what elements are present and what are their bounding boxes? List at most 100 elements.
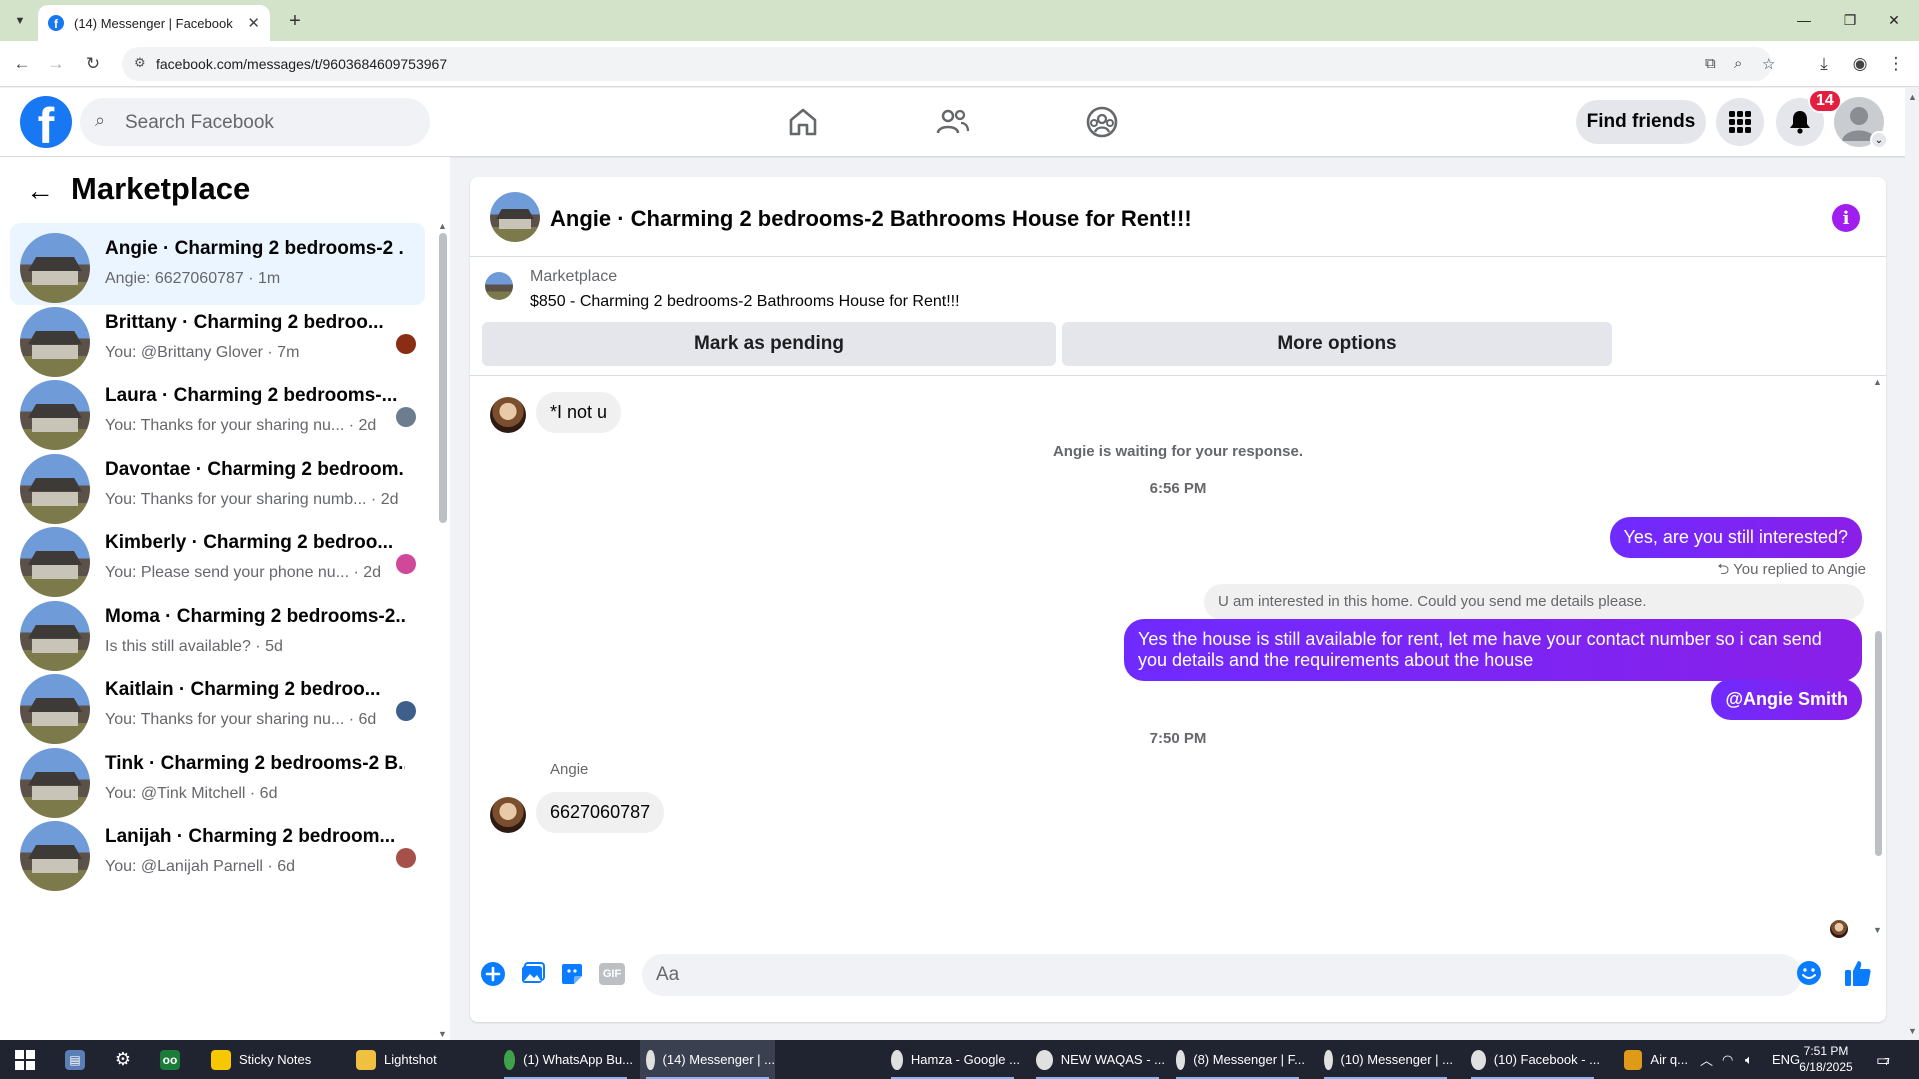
chat-list: Angie · Charming 2 bedrooms-2 ... Angie: … — [0, 221, 436, 1041]
browser-tab-messenger[interactable]: f (14) Messenger | Facebook ✕ — [38, 5, 270, 41]
clock[interactable]: 7:51 PM 6/18/2025 — [1786, 1043, 1866, 1075]
add-plus-icon[interactable] — [478, 959, 508, 989]
chat-name: Tink · Charming 2 bedrooms-2 B... — [105, 752, 405, 774]
emoji-icon[interactable] — [1795, 959, 1825, 989]
incoming-message[interactable]: 6627060787 — [536, 792, 665, 833]
chat-item[interactable]: Davontae · Charming 2 bedroom... You: Tha… — [10, 444, 425, 526]
scroll-up-icon[interactable]: ▲ — [1908, 92, 1917, 102]
chat-item[interactable]: Tink · Charming 2 bedrooms-2 B... You: @T… — [10, 738, 425, 820]
taskbar-app-item[interactable]: Sticky Notes — [205, 1040, 335, 1079]
info-icon[interactable]: i — [1832, 204, 1860, 232]
taskbar-app-item[interactable]: (14) Messenger | ... — [640, 1040, 775, 1079]
scroll-down-icon[interactable]: ▼ — [438, 1029, 447, 1039]
home-icon[interactable] — [783, 102, 823, 142]
outgoing-message[interactable]: Yes, are you still interested? — [1609, 517, 1862, 558]
taskbar-app-label: Sticky Notes — [239, 1052, 312, 1067]
taskbar-app-item[interactable]: (10) Facebook - ... — [1465, 1040, 1600, 1079]
file-explorer-icon[interactable]: ▤ — [60, 1040, 90, 1079]
thumbs-up-icon[interactable] — [1842, 957, 1876, 991]
settings-gear-icon[interactable]: ⚙ — [108, 1040, 138, 1079]
gif-icon[interactable]: GIF — [597, 959, 627, 989]
sticker-icon[interactable] — [557, 959, 587, 989]
chat-item[interactable]: Moma · Charming 2 bedrooms-2... Is this s… — [10, 591, 425, 673]
site-settings-icon[interactable]: ⚙ — [134, 55, 146, 71]
conversation-title[interactable]: Angie · Charming 2 bedrooms-2 Bathrooms … — [550, 206, 1192, 232]
taskbar-app-item[interactable]: NEW WAQAS - ... — [1030, 1040, 1165, 1079]
angie-avatar[interactable] — [490, 797, 526, 833]
facebook-logo[interactable]: f — [20, 96, 72, 148]
chat-item[interactable]: Lanijah · Charming 2 bedroom... You: @Lan… — [10, 811, 425, 893]
chat-item[interactable]: Laura · Charming 2 bedrooms-... You: Than… — [10, 370, 425, 452]
mark-as-pending-button[interactable]: Mark as pending — [482, 322, 1056, 366]
taskbar-app-item[interactable]: (8) Messenger | F... — [1170, 1040, 1305, 1079]
sender-name: Angie — [550, 761, 589, 778]
taskbar-app-icon — [504, 1049, 516, 1070]
chat-name: Lanijah · Charming 2 bedroom... — [105, 826, 396, 847]
downloads-icon[interactable]: ⤓ — [1812, 52, 1836, 76]
tab-close-icon[interactable]: ✕ — [247, 14, 260, 32]
profile-icon[interactable]: ◉ — [1848, 52, 1872, 76]
find-friends-button[interactable]: Find friends — [1576, 100, 1706, 144]
bookmark-star-icon[interactable]: ☆ — [1762, 55, 1775, 73]
scroll-down-icon[interactable]: ▼ — [1908, 1026, 1917, 1036]
app-oo-icon[interactable]: oo — [155, 1040, 185, 1079]
menu-grid-icon — [1729, 111, 1751, 133]
chat-thumbnail — [20, 233, 90, 303]
angie-avatar[interactable] — [490, 397, 526, 433]
page-scrollbar[interactable]: ▲ ▼ — [1905, 88, 1919, 1040]
restore-button[interactable]: ❐ — [1836, 8, 1864, 32]
chat-item[interactable]: Angie · Charming 2 bedrooms-2 ... Angie: … — [10, 223, 425, 305]
taskbar-app-item[interactable]: Air q... — [1618, 1040, 1688, 1079]
back-button[interactable]: ← — [10, 52, 34, 76]
scrollbar-thumb[interactable] — [439, 233, 447, 523]
chat-item[interactable]: Brittany · Charming 2 bedroo... You: @Bri… — [10, 297, 425, 379]
back-arrow-icon[interactable]: ← — [26, 175, 54, 207]
minimize-button[interactable]: — — [1790, 8, 1818, 32]
chat-item[interactable]: Kaitlain · Charming 2 bedroo... You: Than… — [10, 664, 425, 746]
outgoing-message[interactable]: Yes the house is still available for ren… — [1124, 619, 1862, 681]
close-window-button[interactable]: ✕ — [1880, 8, 1908, 32]
scrollbar-thumb[interactable] — [1875, 631, 1882, 856]
reload-button[interactable]: ↻ — [81, 52, 105, 76]
address-bar[interactable]: ⚙ facebook.com/messages/t/96036846097539… — [122, 47, 1775, 81]
taskbar-app-item[interactable]: (1) WhatsApp Bu... — [498, 1040, 633, 1079]
listing-title[interactable]: $850 - Charming 2 bedrooms-2 Bathrooms H… — [530, 293, 960, 311]
scroll-up-icon[interactable]: ▲ — [438, 221, 447, 231]
photo-icon[interactable] — [518, 959, 548, 989]
more-options-button[interactable]: More options — [1062, 322, 1612, 366]
message-scrollbar[interactable]: ▲ ▼ — [1872, 377, 1884, 937]
taskbar-app-item[interactable]: Hamza - Google ... — [885, 1040, 1020, 1079]
friends-icon[interactable] — [933, 102, 973, 142]
outgoing-mention[interactable]: @Angie Smith — [1711, 679, 1862, 720]
forward-button[interactable]: → — [44, 52, 68, 76]
account-chevron-down-icon[interactable]: ⌄ — [1870, 131, 1888, 149]
scroll-up-icon[interactable]: ▲ — [1873, 377, 1882, 387]
zoom-icon[interactable]: ⌕ — [1734, 55, 1742, 72]
quoted-message[interactable]: U am interested in this home. Could you … — [1204, 584, 1864, 620]
taskbar-app-icon — [1176, 1049, 1186, 1070]
chat-list-panel: ← Marketplace Angie · Charming 2 bedroom… — [0, 157, 450, 1040]
groups-icon[interactable] — [1082, 102, 1122, 142]
chat-list-scrollbar[interactable]: ▲ ▼ — [437, 221, 449, 1041]
taskbar-app-item[interactable]: Lightshot — [350, 1040, 480, 1079]
notification-center-icon[interactable]: ▭ 7 — [1876, 1040, 1906, 1079]
install-app-icon[interactable]: ⧉ — [1705, 55, 1716, 72]
new-tab-button[interactable]: + — [282, 8, 308, 34]
listing-thumbnail[interactable] — [485, 272, 513, 300]
start-button[interactable] — [10, 1040, 40, 1079]
tray-chevron-icon[interactable]: ︿ — [1700, 1040, 1720, 1079]
scroll-down-icon[interactable]: ▼ — [1873, 925, 1882, 935]
volume-icon[interactable]: 🔈︎ — [1745, 1040, 1765, 1079]
taskbar-app-item[interactable]: (10) Messenger | ... — [1318, 1040, 1453, 1079]
wifi-icon[interactable]: ◠ — [1722, 1040, 1742, 1079]
chat-thumbnail — [20, 380, 90, 450]
chat-item[interactable]: Kimberly · Charming 2 bedroo... You: Plea… — [10, 517, 425, 599]
message-input[interactable] — [642, 954, 1802, 996]
browser-toolbar: ← → ↻ ⚙ facebook.com/messages/t/96036846… — [0, 41, 1919, 87]
facebook-search[interactable]: ⌕ Search Facebook — [80, 98, 430, 146]
listing-avatar[interactable] — [490, 192, 540, 242]
browser-menu-icon[interactable]: ⋮ — [1884, 52, 1908, 76]
incoming-message[interactable]: *I not u — [536, 392, 622, 433]
menu-grid-button[interactable] — [1716, 98, 1764, 146]
tab-list-button[interactable]: ▼ — [8, 9, 32, 33]
